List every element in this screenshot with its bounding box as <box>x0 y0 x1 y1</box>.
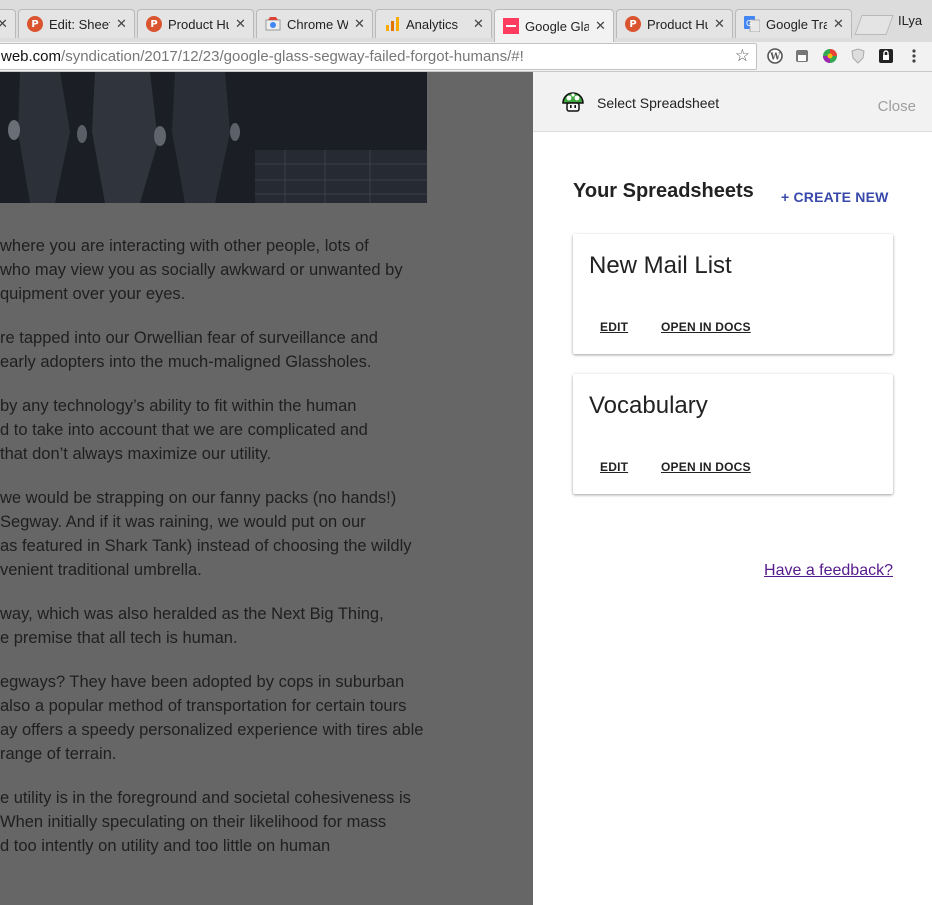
article-line: quipment over your eyes. <box>0 285 186 303</box>
article-line: e utility is in the foreground and socie… <box>0 789 411 807</box>
article-line: early adopters into the much-maligned Gl… <box>0 353 372 371</box>
tab-title: Edit: Sheet <box>49 16 110 32</box>
article-line: also a popular method of transportation … <box>0 697 407 715</box>
article-line: by any technology’s ability to fit withi… <box>0 397 357 415</box>
wordpress-icon[interactable]: W <box>767 48 783 64</box>
article-line: e premise that all tech is human. <box>0 629 238 647</box>
article-paragraph: we would be strapping on our fanny packs… <box>0 486 533 582</box>
tab-title: Chrome We <box>287 16 348 32</box>
article-line: egways? They have been adopted by cops i… <box>0 673 405 691</box>
article-line: Segway. And if it was raining, we would … <box>0 513 366 531</box>
article-paragraph: e utility is in the foreground and socie… <box>0 786 533 858</box>
panel-title: Select Spreadsheet <box>597 95 720 111</box>
close-button[interactable]: Close <box>878 98 916 115</box>
section-title: Your Spreadsheets <box>573 180 754 202</box>
open-in-docs-button[interactable]: OPEN IN DOCS <box>661 320 751 334</box>
spreadsheet-card[interactable]: Vocabulary EDIT OPEN IN DOCS <box>573 374 893 494</box>
article-line: who may view you as socially awkward or … <box>0 261 403 279</box>
tab-close-icon[interactable]: ✕ <box>0 16 9 32</box>
browser-tabstrip: ✕ P Edit: Sheet ✕ P Product Hu ✕ Chrome … <box>0 0 932 42</box>
spreadsheet-card[interactable]: New Mail List EDIT OPEN IN DOCS <box>573 234 893 354</box>
article-page-dimmed: where you are interacting with other peo… <box>0 72 533 905</box>
spreadsheet-side-panel: Select Spreadsheet Close Your Spreadshee… <box>533 72 932 905</box>
article-paragraph: where you are interacting with other peo… <box>0 234 533 306</box>
article-line: re tapped into our Orwellian fear of sur… <box>0 329 378 347</box>
tab-title: Analytics <box>406 16 459 32</box>
svg-text:G: G <box>746 19 752 28</box>
producthunt-icon: P <box>625 16 641 32</box>
spreadsheet-name: New Mail List <box>589 252 732 279</box>
feedback-link[interactable]: Have a feedback? <box>764 562 893 580</box>
lock-icon[interactable] <box>878 48 894 64</box>
spreadsheet-name: Vocabulary <box>589 392 708 419</box>
create-new-button[interactable]: + CREATE NEW <box>781 189 889 205</box>
tab-title: Product Hu <box>647 16 708 32</box>
google-translate-icon: G <box>744 16 760 32</box>
url-domain: web.com <box>1 48 62 65</box>
tab-close-icon[interactable]: ✕ <box>714 16 726 32</box>
article-body: where you are interacting with other peo… <box>0 234 533 878</box>
article-line: venient traditional umbrella. <box>0 561 202 579</box>
tab-close-icon[interactable]: ✕ <box>235 16 247 32</box>
shield-icon[interactable] <box>850 48 866 64</box>
article-line: way, which was also heralded as the Next… <box>0 605 384 623</box>
article-paragraph: re tapped into our Orwellian fear of sur… <box>0 326 533 374</box>
tab-title: Google Trar <box>766 16 827 32</box>
profile-name[interactable]: ILya <box>898 13 922 28</box>
article-line: as featured in Shark Tank) instead of ch… <box>0 537 412 555</box>
chrome-webstore-icon <box>265 16 281 32</box>
article-line: d to take into account that we are compl… <box>0 421 368 439</box>
analytics-icon <box>384 16 400 32</box>
hero-image <box>0 72 427 203</box>
edit-button[interactable]: EDIT <box>600 320 628 334</box>
open-in-docs-button[interactable]: OPEN IN DOCS <box>661 460 751 474</box>
article-line: where you are interacting with other peo… <box>0 237 369 255</box>
incognito-hat-icon[interactable] <box>794 48 810 64</box>
article-line: range of terrain. <box>0 745 117 763</box>
tab-close-icon[interactable]: ✕ <box>473 16 485 32</box>
mushroom-logo-icon <box>561 90 585 114</box>
menu-dots-icon[interactable] <box>906 48 922 64</box>
url-path: /syndication/2017/12/23/google-glass-seg… <box>61 48 524 65</box>
bookmark-star-icon[interactable]: ☆ <box>735 44 750 69</box>
article-line: we would be strapping on our fanny packs… <box>0 489 397 507</box>
tab-close-icon[interactable]: ✕ <box>595 18 607 34</box>
article-paragraph: by any technology’s ability to fit withi… <box>0 394 533 466</box>
producthunt-icon: P <box>27 16 43 32</box>
tab-edit-sheet[interactable]: P Edit: Sheet ✕ <box>18 9 135 38</box>
tab-google-translate[interactable]: G Google Trar ✕ <box>735 9 852 38</box>
tab-close-icon[interactable]: ✕ <box>116 16 128 32</box>
article-line: that don’t always maximize our utility. <box>0 445 272 463</box>
tab-partial[interactable]: ✕ <box>0 9 16 38</box>
tab-chrome-webstore[interactable]: Chrome We ✕ <box>256 9 373 38</box>
tab-title: Google Glas <box>525 18 589 34</box>
tab-google-glass-active[interactable]: Google Glas ✕ <box>494 9 614 42</box>
tab-title: Product Hu <box>168 16 229 32</box>
article-line: ay offers a speedy personalized experien… <box>0 721 424 739</box>
colorful-ball-icon[interactable] <box>822 48 838 64</box>
tab-product-hunt-1[interactable]: P Product Hu ✕ <box>137 9 254 38</box>
producthunt-icon: P <box>146 16 162 32</box>
edit-button[interactable]: EDIT <box>600 460 628 474</box>
tab-product-hunt-2[interactable]: P Product Hu ✕ <box>616 9 733 38</box>
new-tab-button[interactable] <box>854 15 894 35</box>
article-paragraph: egways? They have been adopted by cops i… <box>0 670 533 766</box>
article-paragraph: way, which was also heralded as the Next… <box>0 602 533 650</box>
article-line: d too intently on utility and too little… <box>0 837 331 855</box>
panel-header: Select Spreadsheet Close <box>533 72 932 132</box>
tab-close-icon[interactable]: ✕ <box>833 16 845 32</box>
tab-analytics[interactable]: Analytics ✕ <box>375 9 492 38</box>
article-line: When initially speculating on their like… <box>0 813 387 831</box>
address-bar[interactable]: web.com/syndication/2017/12/23/google-gl… <box>0 43 757 70</box>
tnw-icon <box>503 18 519 34</box>
browser-toolbar: web.com/syndication/2017/12/23/google-gl… <box>0 42 932 72</box>
svg-text:W: W <box>769 53 781 63</box>
tab-close-icon[interactable]: ✕ <box>354 16 366 32</box>
